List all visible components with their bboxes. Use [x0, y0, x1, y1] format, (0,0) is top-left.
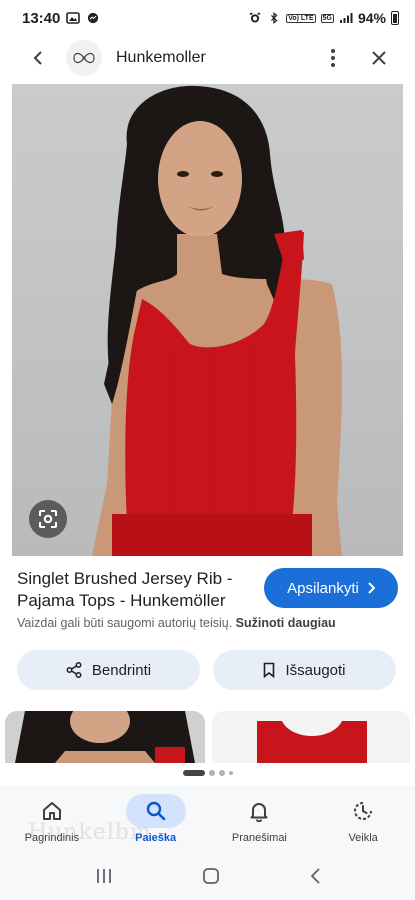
volte-tag: Vo) LTE	[286, 13, 316, 23]
activity-icon	[354, 802, 373, 820]
save-label: Išsaugoti	[285, 661, 346, 679]
bluetooth-icon	[271, 12, 278, 24]
nav-home-label: Pagrindinis	[24, 832, 80, 844]
system-back-button[interactable]	[309, 867, 321, 890]
pager-dot	[228, 771, 233, 775]
back-button[interactable]	[18, 38, 58, 78]
site-name: Hunkemoller	[116, 49, 206, 66]
nav-notifications-label: Pranešimai	[231, 832, 287, 844]
bell-icon	[250, 803, 268, 822]
system-navigation	[0, 856, 415, 900]
visit-label: Apsilankyti	[287, 579, 359, 597]
search-icon	[146, 801, 165, 821]
chevron-left-icon	[33, 51, 42, 65]
status-bar: 13:40 Vo) LTE 5G 94%	[0, 0, 415, 36]
more-options-button[interactable]	[317, 38, 349, 78]
related-image-2[interactable]	[212, 711, 410, 763]
battery-percent: 94%	[357, 10, 386, 26]
more-vert-icon	[331, 49, 335, 67]
bow-icon	[73, 52, 95, 64]
nav-search-label: Paieška	[135, 832, 177, 844]
home-icon	[42, 802, 61, 820]
pager-dot	[208, 770, 215, 776]
save-button[interactable]: Išsaugoti	[213, 650, 396, 690]
share-icon	[66, 662, 82, 678]
network-5g-tag: 5G	[320, 13, 334, 23]
copyright-notice: Vaizdai gali būti saugomi autorių teisių…	[17, 616, 407, 630]
lens-icon	[39, 510, 57, 528]
close-button[interactable]	[359, 38, 399, 78]
alarm-icon	[250, 12, 261, 23]
pagination-indicator	[0, 770, 415, 776]
nav-notifications[interactable]: Pranešimai	[208, 786, 312, 856]
model-photo	[92, 85, 342, 556]
visit-button[interactable]: Apsilankyti	[264, 568, 398, 608]
learn-more-link[interactable]: Sužinoti daugiau	[236, 616, 336, 630]
messenger-icon	[88, 12, 99, 24]
status-time: 13:40	[22, 9, 61, 27]
pager-dot	[218, 770, 225, 776]
copyright-text: Vaizdai gali būti saugomi autorių teisių…	[17, 616, 233, 630]
related-photo-1	[15, 711, 195, 763]
back-arrow-icon	[310, 867, 320, 884]
recents-icon	[96, 868, 111, 883]
bookmark-icon	[264, 662, 275, 678]
home-button[interactable]	[202, 867, 220, 890]
home-square-icon	[202, 867, 219, 884]
gallery-icon	[66, 12, 81, 24]
related-photo-2	[257, 721, 367, 763]
bottom-navigation: Pagrindinis Paieška Pranešimai Veikla	[0, 786, 415, 856]
close-icon	[372, 51, 386, 65]
site-logo[interactable]	[66, 40, 102, 76]
share-button[interactable]: Bendrinti	[17, 650, 200, 690]
signal-icon	[339, 13, 353, 23]
nav-activity-label: Veikla	[348, 832, 378, 844]
related-image-1[interactable]	[5, 711, 205, 763]
product-image[interactable]	[12, 84, 403, 556]
share-label: Bendrinti	[91, 661, 152, 679]
chevron-right-icon	[368, 582, 375, 594]
nav-activity[interactable]: Veikla	[311, 786, 415, 856]
nav-home[interactable]: Pagrindinis	[0, 786, 104, 856]
nav-search[interactable]: Paieška	[104, 786, 208, 856]
lens-search-button[interactable]	[29, 500, 67, 538]
result-title[interactable]: Singlet Brushed Jersey Rib - Pajama Tops…	[17, 568, 257, 612]
battery-icon	[391, 11, 399, 25]
pager-active	[182, 770, 205, 776]
recents-button[interactable]	[95, 868, 113, 889]
app-bar: Hunkemoller	[0, 36, 415, 80]
